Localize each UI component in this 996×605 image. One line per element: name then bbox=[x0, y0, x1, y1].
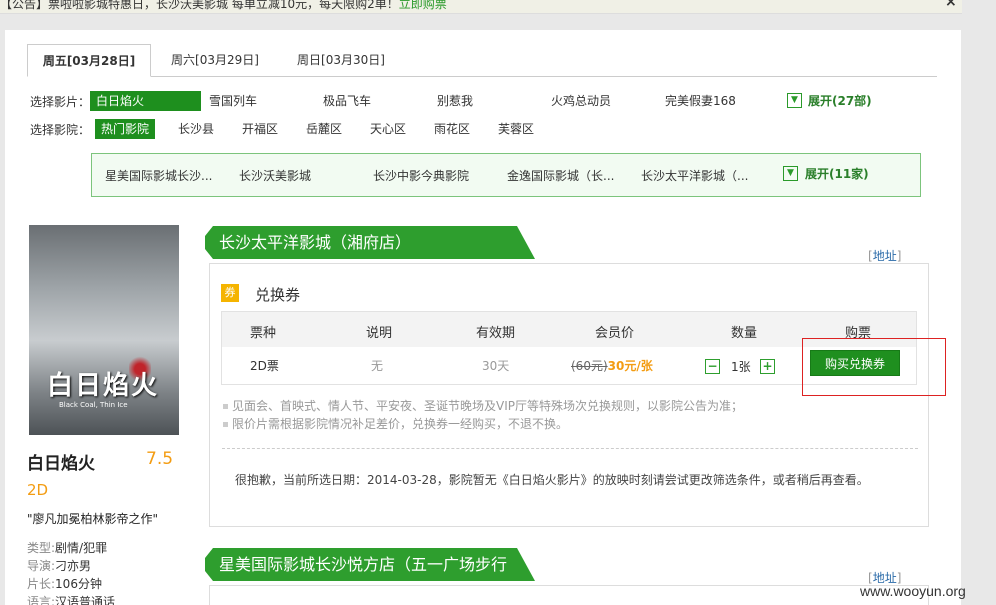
rule-note: 限价片需根据影院情况补足差价，兑换券一经购买，不退不换。 bbox=[223, 415, 568, 432]
plus-icon[interactable]: + bbox=[760, 359, 775, 374]
minus-icon[interactable]: − bbox=[705, 359, 720, 374]
main-container: 周五[03月28日] 周六[03月29日] 周日[03月30日] 选择影片： 白… bbox=[5, 30, 961, 605]
tab-date-0330[interactable]: 周日[03月30日] bbox=[279, 44, 403, 77]
tab-date-0329[interactable]: 周六[03月29日] bbox=[155, 44, 275, 77]
address-link[interactable]: [地址] bbox=[868, 247, 901, 264]
cinema-item[interactable]: 金逸国际影城（长... bbox=[507, 167, 614, 184]
movie-expand-link[interactable]: 展开(27部) bbox=[808, 91, 872, 111]
cinema-banner: 长沙太平洋影城（湘府店） bbox=[205, 226, 535, 259]
th-qty: 数量 bbox=[731, 326, 758, 341]
movie-info-language: 语言:汉语普通话 bbox=[27, 595, 116, 605]
th-price: 会员价 bbox=[595, 326, 635, 341]
movie-quote: "廖凡加冕柏林影帝之作" bbox=[27, 512, 159, 526]
cinema-list: 星美国际影城长沙... 长沙沃美影城 长沙中影今典影院 金逸国际影城（长... … bbox=[91, 153, 921, 197]
movie-info-director: 导演:刁亦男 bbox=[27, 559, 92, 573]
district-filter: 选择影院： 热门影院 长沙县 开福区 岳麓区 天心区 雨花区 芙蓉区 bbox=[30, 119, 930, 139]
cinema-item[interactable]: 长沙中影今典影院 bbox=[373, 167, 469, 184]
movie-filter-label: 选择影片： bbox=[30, 95, 91, 109]
cinema-item[interactable]: 长沙太平洋影城（... bbox=[641, 167, 748, 184]
th-desc: 说明 bbox=[366, 326, 393, 341]
chevron-down-icon[interactable]: ▼ bbox=[783, 166, 798, 181]
movie-info-genre: 类型:剧情/犯罪 bbox=[27, 541, 108, 555]
ticket-type: 2D票 bbox=[250, 359, 279, 373]
no-showtime-message: 很抱歉，当前所选日期：2014-03-28，影院暂无《白日焰火影片》的放映时刻请… bbox=[235, 473, 869, 487]
notice-buy-link[interactable]: 立即购票 bbox=[399, 0, 447, 11]
movie-item-selected[interactable]: 白日焰火 bbox=[90, 91, 201, 111]
tab-date-0328[interactable]: 周五[03月28日] bbox=[27, 44, 151, 77]
notice-bar: 【公告】票啦啦影城特惠日，长沙沃美影城 每单立减10元，每天限购2单！立即购票 bbox=[0, 0, 962, 14]
cinema-name-2: 星美国际影城长沙悦方店（五一广场步行 bbox=[219, 555, 508, 574]
district-item[interactable]: 雨花区 bbox=[434, 119, 470, 139]
district-item[interactable]: 天心区 bbox=[370, 119, 406, 139]
district-item[interactable]: 芙蓉区 bbox=[498, 119, 534, 139]
divider bbox=[222, 448, 918, 449]
movie-filter: 选择影片： 白日焰火 雪国列车 极品飞车 别惹我 火鸡总动员 完美假妻168 ▼… bbox=[30, 91, 930, 111]
cinema-item[interactable]: 星美国际影城长沙... bbox=[105, 167, 212, 184]
close-icon[interactable]: × bbox=[945, 0, 957, 10]
district-item[interactable]: 长沙县 bbox=[178, 119, 214, 139]
movie-item[interactable]: 完美假妻168 bbox=[665, 91, 736, 111]
movie-item[interactable]: 雪国列车 bbox=[209, 91, 257, 111]
district-item[interactable]: 开福区 bbox=[242, 119, 278, 139]
rule-note: 见面会、首映式、情人节、平安夜、圣诞节晚场及VIP厅等特殊场次兑换规则，以影院公… bbox=[223, 397, 743, 414]
cinema-expand-link[interactable]: 展开(11家) bbox=[805, 164, 869, 184]
chevron-down-icon[interactable]: ▼ bbox=[787, 93, 802, 108]
district-filter-label: 选择影院： bbox=[30, 123, 91, 137]
th-validity: 有效期 bbox=[476, 326, 516, 341]
coupon-title: 兑换券 bbox=[255, 286, 301, 304]
movie-item[interactable]: 火鸡总动员 bbox=[551, 91, 611, 111]
movie-item[interactable]: 别惹我 bbox=[437, 91, 473, 111]
movie-info-duration: 片长:106分钟 bbox=[27, 577, 102, 591]
movie-format: 2D bbox=[27, 481, 49, 499]
movie-name[interactable]: 白日焰火 bbox=[27, 449, 95, 474]
cinema-name: 长沙太平洋影城（湘府店） bbox=[219, 233, 412, 252]
notice-text: 【公告】票啦啦影城特惠日，长沙沃美影城 每单立减10元，每天限购2单！立即购票 bbox=[0, 0, 447, 12]
ticket-quantity: 1张 bbox=[731, 360, 751, 374]
highlight-box bbox=[802, 338, 946, 396]
movie-score: 7.5 bbox=[146, 449, 174, 469]
poster-subtitle: Black Coal, Thin Ice bbox=[59, 401, 128, 409]
district-item[interactable]: 岳麓区 bbox=[306, 119, 342, 139]
cinema-panel-2 bbox=[209, 585, 929, 605]
date-tabs: 周五[03月28日] 周六[03月29日] 周日[03月30日] bbox=[27, 44, 937, 77]
ticket-price: (60元)30元/张 bbox=[571, 359, 653, 373]
district-item-selected[interactable]: 热门影院 bbox=[95, 119, 156, 139]
cinema-banner-2: 星美国际影城长沙悦方店（五一广场步行 bbox=[205, 548, 535, 581]
movie-poster[interactable]: 白日焰火 Black Coal, Thin Ice bbox=[29, 225, 179, 435]
coupon-icon: 券 bbox=[221, 284, 239, 302]
watermark: www.wooyun.org bbox=[860, 583, 966, 599]
cinema-item[interactable]: 长沙沃美影城 bbox=[239, 167, 311, 184]
th-type: 票种 bbox=[250, 326, 277, 341]
ticket-desc: 无 bbox=[371, 359, 384, 373]
movie-item[interactable]: 极品飞车 bbox=[323, 91, 371, 111]
ticket-validity: 30天 bbox=[482, 359, 510, 373]
poster-title: 白日焰火 bbox=[47, 371, 160, 401]
